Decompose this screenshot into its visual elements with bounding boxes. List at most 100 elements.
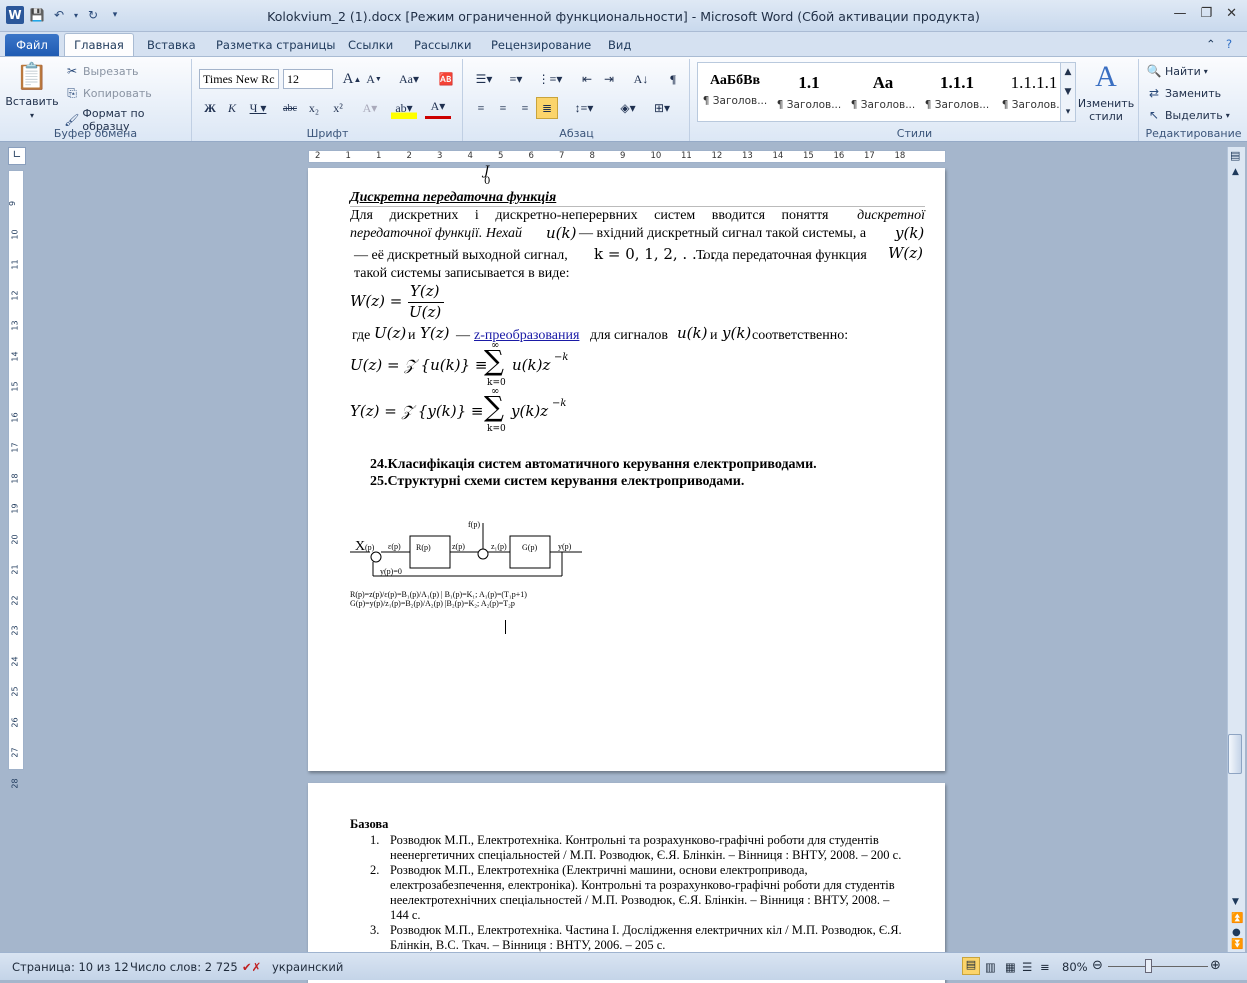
align-left-icon[interactable]: ≡ <box>470 97 492 119</box>
tab-view[interactable]: Вид <box>608 36 631 56</box>
zoom-out-icon[interactable]: ⊖ <box>1092 958 1103 973</box>
shading-icon[interactable]: ◈▾ <box>614 97 642 119</box>
grow-font-icon[interactable]: A ▲ <box>341 68 363 90</box>
change-case-icon[interactable]: Aa▾ <box>395 68 423 90</box>
vertical-ruler[interactable]: 9 10 11 12 13 14 15 16 17 18 19 20 21 22 23 24 25 26 27 28 <box>8 170 24 788</box>
tab-selector[interactable]: ∟ <box>8 147 26 165</box>
underline-icon[interactable]: Ч ▾ <box>245 97 271 119</box>
multilevel-list-icon[interactable]: ⋮≡▾ <box>536 68 564 90</box>
ruler-tick: 15 <box>803 151 814 161</box>
block-G <box>509 535 551 569</box>
style-name: ¶ Заголов... <box>850 99 916 111</box>
zoom-slider[interactable] <box>1108 966 1208 967</box>
minimize-ribbon-icon[interactable]: ⌃ <box>1206 35 1216 55</box>
sigma-sign: ∑ <box>484 344 504 377</box>
style-item[interactable]: АаБбВв ¶ Заголов... <box>698 63 772 121</box>
copy-button[interactable]: ⎘ Копировать <box>64 85 152 101</box>
maximize-icon[interactable]: ❐ <box>1200 6 1212 21</box>
tab-mailings[interactable]: Рассылки <box>414 36 471 56</box>
paste-icon: 📋 <box>15 62 49 92</box>
decrease-indent-icon[interactable]: ⇤ <box>576 68 598 90</box>
minimize-icon[interactable]: — <box>1173 6 1186 21</box>
ruler-toggle-icon[interactable]: ▤ <box>1230 149 1240 162</box>
word-count[interactable]: Число слов: 2 725 <box>130 960 238 974</box>
font-group: Times New Rc 12 A ▲ A ▼ Aa▾ 🆎 Ж К Ч ▾ abc … <box>193 59 463 141</box>
ribbon-tabs: Файл Главная Вставка Разметка страницы С… <box>0 32 1247 57</box>
scroll-down-icon[interactable]: ▼ <box>1232 897 1239 907</box>
page-indicator[interactable]: Страница: 10 из 12 <box>12 960 129 974</box>
outline-icon[interactable]: ☰ <box>1022 960 1032 974</box>
tab-file[interactable]: Файл <box>5 34 59 56</box>
paragraph-group: ☰▾ ≡▾ ⋮≡▾ ⇤ ⇥ A↓ ¶ ≡ ≡ ≡ ≣ ↕≡▾ ◈▾ ⊞▾ Абз… <box>464 59 690 141</box>
font-color-icon[interactable]: A▾ <box>425 97 451 119</box>
font-family-combo[interactable]: Times New Rc <box>199 69 279 89</box>
scrollbar-thumb[interactable] <box>1228 734 1242 774</box>
bold-icon[interactable]: Ж <box>199 97 221 119</box>
scroll-up-icon[interactable]: ▲ <box>1232 167 1239 177</box>
language-indicator[interactable]: украинский <box>272 960 343 974</box>
web-layout-icon[interactable]: ▦ <box>1005 960 1016 974</box>
vertical-scrollbar[interactable]: ▤ ▲ ▼ ⏫ ● ⏬ <box>1227 147 1245 952</box>
replace-button[interactable]: ⇄ Заменить <box>1146 85 1221 101</box>
show-marks-icon[interactable]: ¶ <box>662 68 684 90</box>
next-page-icon[interactable]: ⏬ <box>1231 939 1243 950</box>
align-center-icon[interactable]: ≡ <box>492 97 514 119</box>
close-icon[interactable]: ✕ <box>1226 6 1237 21</box>
spelling-icon[interactable]: ✔✗ <box>242 960 261 974</box>
reference-number: 1. <box>370 833 380 847</box>
find-button[interactable]: 🔍 Найти ▾ <box>1146 63 1208 79</box>
increase-indent-icon[interactable]: ⇥ <box>598 68 620 90</box>
italic-icon[interactable]: К <box>221 97 243 119</box>
select-button[interactable]: ↖ Выделить ▾ <box>1146 107 1230 123</box>
summing-junction <box>370 551 382 563</box>
justify-icon[interactable]: ≣ <box>536 97 558 119</box>
align-right-icon[interactable]: ≡ <box>514 97 536 119</box>
draft-icon[interactable]: ≡ <box>1040 960 1050 974</box>
tab-references[interactable]: Ссылки <box>348 36 393 56</box>
change-styles-button[interactable]: A Изменить стили <box>1078 60 1134 123</box>
strikethrough-icon[interactable]: abc <box>279 97 301 119</box>
ruler-tick: 3 <box>437 151 443 161</box>
zoom-slider-thumb[interactable] <box>1145 959 1152 973</box>
highlight-icon[interactable]: ab▾ <box>391 97 417 119</box>
borders-icon[interactable]: ⊞▾ <box>648 97 676 119</box>
text-effects-icon[interactable]: A▾ <box>359 97 381 119</box>
clear-format-icon[interactable]: 🆎 <box>435 68 457 90</box>
line-spacing-icon[interactable]: ↕≡▾ <box>570 97 598 119</box>
cut-button[interactable]: ✂ Вырезать <box>64 63 139 79</box>
font-group-label: Шрифт <box>306 127 349 140</box>
z-transform-link[interactable]: z-преобразования <box>474 328 579 344</box>
horizontal-ruler[interactable]: 2 1 1 2 3 4 5 6 7 8 9 10 11 12 13 14 15 16 17 18 <box>308 150 946 163</box>
style-item[interactable]: 1.1 ¶ Заголов... <box>772 63 846 121</box>
bullets-icon[interactable]: ☰▾ <box>470 68 498 90</box>
tab-review[interactable]: Рецензирование <box>491 36 591 56</box>
full-screen-reading-icon[interactable]: ▥ <box>985 960 996 974</box>
prev-page-icon[interactable]: ⏫ <box>1231 913 1243 924</box>
print-layout-icon[interactable]: ▤ <box>962 957 980 975</box>
style-item[interactable]: 1.1.1 ¶ Заголов... <box>920 63 994 121</box>
zoom-in-icon[interactable]: ⊕ <box>1210 958 1221 973</box>
help-icon[interactable]: ? <box>1226 35 1232 55</box>
style-item[interactable]: Аа ¶ Заголов... <box>846 63 920 121</box>
tab-home[interactable]: Главная <box>64 33 134 57</box>
numbering-icon[interactable]: ≡▾ <box>502 68 530 90</box>
sort-icon[interactable]: A↓ <box>630 68 652 90</box>
browse-object-icon[interactable]: ● <box>1232 927 1241 938</box>
paste-button[interactable]: 📋 Вставить ▾ <box>5 62 58 120</box>
document-page[interactable]: J 0 Дискретна передаточна функція Для ди… <box>308 164 945 771</box>
zoom-level[interactable]: 80% <box>1062 960 1088 974</box>
text-run: дискретної <box>857 208 925 223</box>
block-diagram[interactable]: X (p) ε(p) R(p) z(p) f(p) z₁(p) G(p) y(p… <box>348 518 598 613</box>
font-size-combo[interactable]: 12 <box>283 69 333 89</box>
shrink-font-icon[interactable]: A ▼ <box>363 68 385 90</box>
ruler-tick: 1 <box>376 151 382 161</box>
cut-label: Вырезать <box>83 64 139 78</box>
style-preview: Аа <box>872 73 894 92</box>
vruler-tick: 25 <box>10 686 20 697</box>
title-bar: W 💾 ↶ ▾ ↻ ▾ Kolokvium_2 (1).docx [Режим … <box>0 0 1247 32</box>
styles-scroll[interactable]: ▲ ▼ ▾ <box>1060 62 1076 122</box>
subscript-icon[interactable]: x₂ <box>303 97 325 119</box>
superscript-icon[interactable]: x² <box>327 97 349 119</box>
tab-insert[interactable]: Вставка <box>147 36 196 56</box>
tab-page-layout[interactable]: Разметка страницы <box>216 36 335 56</box>
